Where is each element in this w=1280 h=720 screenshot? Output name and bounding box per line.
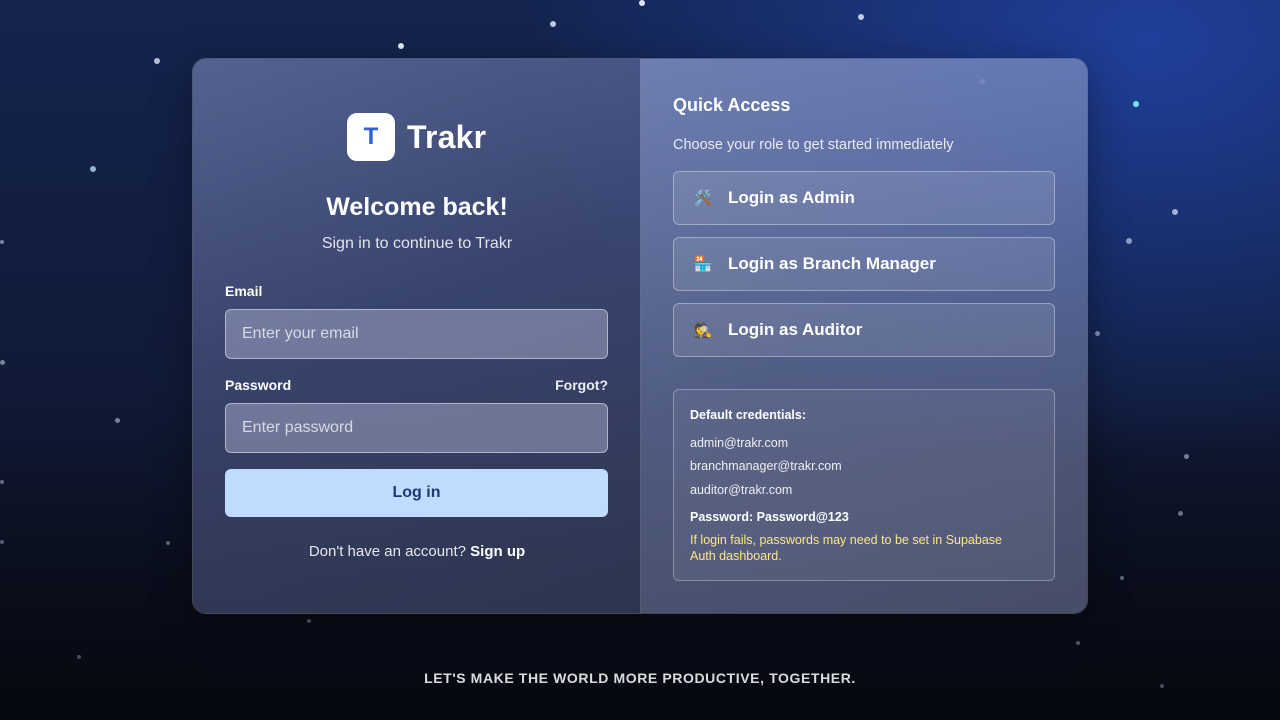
role-label: Login as Auditor: [728, 320, 863, 339]
quick-access-subtitle: Choose your role to get started immediat…: [673, 137, 954, 153]
credential-email: branchmanager@trakr.com: [690, 459, 842, 473]
login-as-auditor-button[interactable]: 🕵️ Login as Auditor: [673, 303, 1055, 357]
password-label: Password: [225, 377, 292, 393]
footer-tagline: LET'S MAKE THE WORLD MORE PRODUCTIVE, TO…: [424, 670, 856, 686]
credentials-title: Default credentials:: [690, 408, 807, 422]
login-button[interactable]: Log in: [225, 469, 608, 517]
email-label: Email: [225, 283, 263, 299]
brand-name: Trakr: [407, 118, 487, 155]
tools-icon: 🛠️: [693, 190, 713, 207]
password-input[interactable]: [225, 403, 608, 453]
quick-access-panel: Quick Access Choose your role to get sta…: [641, 59, 1087, 613]
brand-logo-icon: T: [347, 113, 395, 161]
signup-prompt: Don't have an account?: [308, 543, 466, 560]
page-subtitle: Sign in to continue to Trakr: [321, 235, 513, 252]
role-label: Login as Admin: [728, 188, 855, 207]
credentials-warning: If login fails, passwords may need to be…: [690, 533, 1002, 563]
detective-icon: 🕵️: [693, 322, 713, 339]
login-as-admin-button[interactable]: 🛠️ Login as Admin: [673, 171, 1055, 225]
email-input[interactable]: [225, 309, 608, 359]
page-title: Welcome back!: [326, 193, 508, 221]
brand: T Trakr: [347, 113, 486, 161]
login-card: T Trakr Welcome back! Sign in to continu…: [192, 58, 1088, 614]
signup-link[interactable]: Sign up: [470, 543, 525, 560]
credential-password: Password: Password@123: [690, 510, 849, 524]
signup-row: Don't have an account? Sign up: [193, 543, 641, 560]
login-panel: T Trakr Welcome back! Sign in to continu…: [193, 59, 641, 613]
forgot-password-link[interactable]: Forgot?: [555, 377, 608, 393]
quick-access-title: Quick Access: [673, 95, 791, 115]
credential-email: auditor@trakr.com: [690, 483, 793, 497]
login-as-branch-manager-button[interactable]: 🏪 Login as Branch Manager: [673, 237, 1055, 291]
store-icon: 🏪: [693, 256, 713, 273]
credential-email: admin@trakr.com: [690, 436, 789, 450]
default-credentials-box: Default credentials: admin@trakr.com bra…: [673, 389, 1055, 581]
role-label: Login as Branch Manager: [728, 254, 936, 273]
